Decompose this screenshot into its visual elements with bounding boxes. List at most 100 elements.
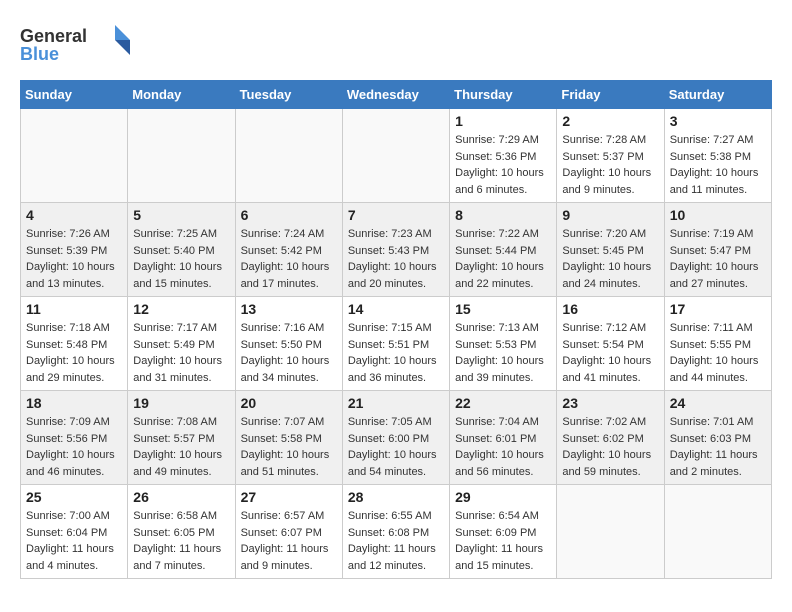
calendar-cell: 8 Sunrise: 7:22 AM Sunset: 5:44 PM Daylig… bbox=[450, 203, 557, 297]
day-info: Sunrise: 7:13 AM Sunset: 5:53 PM Dayligh… bbox=[455, 320, 551, 386]
calendar-week-row: 4 Sunrise: 7:26 AM Sunset: 5:39 PM Daylig… bbox=[21, 203, 772, 297]
day-number: 26 bbox=[133, 489, 229, 505]
day-info: Sunrise: 7:22 AM Sunset: 5:44 PM Dayligh… bbox=[455, 226, 551, 292]
logo: General Blue bbox=[20, 20, 130, 70]
calendar-week-row: 18Sunrise: 7:09 AM Sunset: 5:56 PM Dayli… bbox=[21, 391, 772, 485]
day-info: Sunrise: 7:02 AM Sunset: 6:02 PM Dayligh… bbox=[562, 414, 658, 480]
weekday-header: Sunday bbox=[21, 81, 128, 109]
weekday-header: Monday bbox=[128, 81, 235, 109]
day-info: Sunrise: 7:11 AM Sunset: 5:55 PM Dayligh… bbox=[670, 320, 766, 386]
calendar-cell: 19Sunrise: 7:08 AM Sunset: 5:57 PM Dayli… bbox=[128, 391, 235, 485]
weekday-header: Friday bbox=[557, 81, 664, 109]
calendar-week-row: 1 Sunrise: 7:29 AM Sunset: 5:36 PM Daylig… bbox=[21, 109, 772, 203]
calendar-header-row: SundayMondayTuesdayWednesdayThursdayFrid… bbox=[21, 81, 772, 109]
calendar-cell: 11 Sunrise: 7:18 AM Sunset: 5:48 PM Dayli… bbox=[21, 297, 128, 391]
calendar-cell: 25 Sunrise: 7:00 AM Sunset: 6:04 PM Dayli… bbox=[21, 485, 128, 579]
calendar-cell bbox=[235, 109, 342, 203]
weekday-header: Saturday bbox=[664, 81, 771, 109]
calendar-cell bbox=[342, 109, 449, 203]
day-number: 25 bbox=[26, 489, 122, 505]
weekday-header: Thursday bbox=[450, 81, 557, 109]
calendar-cell: 13 Sunrise: 7:16 AM Sunset: 5:50 PM Dayli… bbox=[235, 297, 342, 391]
day-number: 27 bbox=[241, 489, 337, 505]
day-info: Sunrise: 7:28 AM Sunset: 5:37 PM Dayligh… bbox=[562, 132, 658, 198]
day-number: 12 bbox=[133, 301, 229, 317]
day-info: Sunrise: 7:05 AM Sunset: 6:00 PM Dayligh… bbox=[348, 414, 444, 480]
calendar-cell: 29 Sunrise: 6:54 AM Sunset: 6:09 PM Dayli… bbox=[450, 485, 557, 579]
calendar-cell bbox=[664, 485, 771, 579]
logo-text: General Blue bbox=[20, 20, 130, 70]
calendar-cell bbox=[128, 109, 235, 203]
calendar-cell: 12Sunrise: 7:17 AM Sunset: 5:49 PM Dayli… bbox=[128, 297, 235, 391]
header: General Blue bbox=[20, 20, 772, 70]
calendar-cell: 21 Sunrise: 7:05 AM Sunset: 6:00 PM Dayli… bbox=[342, 391, 449, 485]
day-info: Sunrise: 7:20 AM Sunset: 5:45 PM Dayligh… bbox=[562, 226, 658, 292]
calendar-cell: 17 Sunrise: 7:11 AM Sunset: 5:55 PM Dayli… bbox=[664, 297, 771, 391]
day-info: Sunrise: 7:29 AM Sunset: 5:36 PM Dayligh… bbox=[455, 132, 551, 198]
day-number: 2 bbox=[562, 113, 658, 129]
day-number: 19 bbox=[133, 395, 229, 411]
calendar-cell: 3 Sunrise: 7:27 AM Sunset: 5:38 PM Daylig… bbox=[664, 109, 771, 203]
day-number: 8 bbox=[455, 207, 551, 223]
day-number: 1 bbox=[455, 113, 551, 129]
day-number: 14 bbox=[348, 301, 444, 317]
calendar-cell: 9 Sunrise: 7:20 AM Sunset: 5:45 PM Daylig… bbox=[557, 203, 664, 297]
day-number: 3 bbox=[670, 113, 766, 129]
day-number: 22 bbox=[455, 395, 551, 411]
day-info: Sunrise: 7:00 AM Sunset: 6:04 PM Dayligh… bbox=[26, 508, 122, 574]
calendar-cell: 2 Sunrise: 7:28 AM Sunset: 5:37 PM Daylig… bbox=[557, 109, 664, 203]
day-info: Sunrise: 7:07 AM Sunset: 5:58 PM Dayligh… bbox=[241, 414, 337, 480]
day-number: 6 bbox=[241, 207, 337, 223]
weekday-header: Wednesday bbox=[342, 81, 449, 109]
calendar-cell: 20 Sunrise: 7:07 AM Sunset: 5:58 PM Dayli… bbox=[235, 391, 342, 485]
calendar-cell: 22 Sunrise: 7:04 AM Sunset: 6:01 PM Dayli… bbox=[450, 391, 557, 485]
day-number: 17 bbox=[670, 301, 766, 317]
calendar-cell: 24Sunrise: 7:01 AM Sunset: 6:03 PM Dayli… bbox=[664, 391, 771, 485]
day-info: Sunrise: 7:16 AM Sunset: 5:50 PM Dayligh… bbox=[241, 320, 337, 386]
day-number: 21 bbox=[348, 395, 444, 411]
day-number: 18 bbox=[26, 395, 122, 411]
weekday-header: Tuesday bbox=[235, 81, 342, 109]
day-number: 16 bbox=[562, 301, 658, 317]
day-info: Sunrise: 7:12 AM Sunset: 5:54 PM Dayligh… bbox=[562, 320, 658, 386]
calendar-cell: 28 Sunrise: 6:55 AM Sunset: 6:08 PM Dayli… bbox=[342, 485, 449, 579]
day-info: Sunrise: 6:55 AM Sunset: 6:08 PM Dayligh… bbox=[348, 508, 444, 574]
day-info: Sunrise: 7:26 AM Sunset: 5:39 PM Dayligh… bbox=[26, 226, 122, 292]
svg-text:General: General bbox=[20, 26, 87, 46]
day-number: 28 bbox=[348, 489, 444, 505]
day-number: 29 bbox=[455, 489, 551, 505]
calendar-cell: 18Sunrise: 7:09 AM Sunset: 5:56 PM Dayli… bbox=[21, 391, 128, 485]
day-info: Sunrise: 7:23 AM Sunset: 5:43 PM Dayligh… bbox=[348, 226, 444, 292]
day-info: Sunrise: 7:27 AM Sunset: 5:38 PM Dayligh… bbox=[670, 132, 766, 198]
calendar-cell: 16 Sunrise: 7:12 AM Sunset: 5:54 PM Dayli… bbox=[557, 297, 664, 391]
day-number: 7 bbox=[348, 207, 444, 223]
day-number: 4 bbox=[26, 207, 122, 223]
calendar-cell: 4 Sunrise: 7:26 AM Sunset: 5:39 PM Daylig… bbox=[21, 203, 128, 297]
day-info: Sunrise: 7:01 AM Sunset: 6:03 PM Dayligh… bbox=[670, 414, 766, 480]
calendar-cell: 15 Sunrise: 7:13 AM Sunset: 5:53 PM Dayli… bbox=[450, 297, 557, 391]
calendar-cell: 6Sunrise: 7:24 AM Sunset: 5:42 PM Daylig… bbox=[235, 203, 342, 297]
calendar-table: SundayMondayTuesdayWednesdayThursdayFrid… bbox=[20, 80, 772, 579]
day-number: 9 bbox=[562, 207, 658, 223]
day-info: Sunrise: 7:25 AM Sunset: 5:40 PM Dayligh… bbox=[133, 226, 229, 292]
day-info: Sunrise: 6:58 AM Sunset: 6:05 PM Dayligh… bbox=[133, 508, 229, 574]
day-number: 23 bbox=[562, 395, 658, 411]
calendar-cell: 27Sunrise: 6:57 AM Sunset: 6:07 PM Dayli… bbox=[235, 485, 342, 579]
calendar-cell bbox=[557, 485, 664, 579]
day-number: 5 bbox=[133, 207, 229, 223]
calendar-cell: 5 Sunrise: 7:25 AM Sunset: 5:40 PM Daylig… bbox=[128, 203, 235, 297]
day-info: Sunrise: 7:18 AM Sunset: 5:48 PM Dayligh… bbox=[26, 320, 122, 386]
calendar-cell: 10Sunrise: 7:19 AM Sunset: 5:47 PM Dayli… bbox=[664, 203, 771, 297]
calendar-cell: 26 Sunrise: 6:58 AM Sunset: 6:05 PM Dayli… bbox=[128, 485, 235, 579]
day-number: 11 bbox=[26, 301, 122, 317]
calendar-cell: 23 Sunrise: 7:02 AM Sunset: 6:02 PM Dayli… bbox=[557, 391, 664, 485]
svg-text:Blue: Blue bbox=[20, 44, 59, 64]
day-number: 20 bbox=[241, 395, 337, 411]
calendar-cell: 7 Sunrise: 7:23 AM Sunset: 5:43 PM Daylig… bbox=[342, 203, 449, 297]
calendar-week-row: 11 Sunrise: 7:18 AM Sunset: 5:48 PM Dayli… bbox=[21, 297, 772, 391]
calendar-cell: 1 Sunrise: 7:29 AM Sunset: 5:36 PM Daylig… bbox=[450, 109, 557, 203]
day-info: Sunrise: 7:04 AM Sunset: 6:01 PM Dayligh… bbox=[455, 414, 551, 480]
day-number: 15 bbox=[455, 301, 551, 317]
day-number: 13 bbox=[241, 301, 337, 317]
day-info: Sunrise: 6:54 AM Sunset: 6:09 PM Dayligh… bbox=[455, 508, 551, 574]
